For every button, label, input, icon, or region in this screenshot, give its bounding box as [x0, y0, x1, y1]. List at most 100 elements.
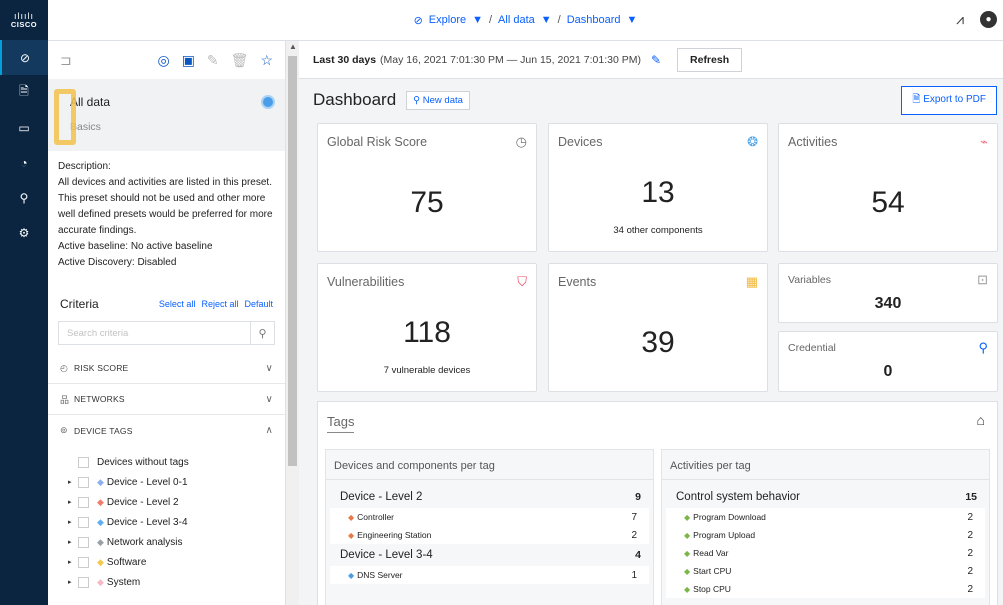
expand-icon[interactable]: ▸ — [68, 578, 78, 586]
new-data-label: New data — [422, 94, 463, 106]
card-title: Vulnerabilities — [327, 275, 405, 289]
preset-card[interactable]: All data Basics — [48, 79, 285, 151]
checkbox[interactable] — [78, 456, 89, 468]
tag-item-count: 2 — [967, 547, 973, 559]
risk-score-card[interactable]: Global Risk Score ◷ 75 — [317, 123, 537, 252]
tag-item[interactable]: ▸ ◆ Device - Level 0-1 — [48, 472, 285, 492]
criteria-device-tags[interactable]: ⊚ DEVICE TAGS ∧ — [48, 415, 285, 446]
save-icon[interactable]: ▣ — [182, 52, 195, 69]
calendar-icon: ▭ — [18, 120, 30, 135]
edit-date-icon[interactable]: ✎ — [651, 53, 661, 67]
nav-calendar-button[interactable]: ▭ — [0, 110, 48, 145]
new-data-button[interactable]: ⚲ New data — [406, 90, 470, 110]
credential-card[interactable]: Credential ⚲ 0 — [778, 331, 998, 392]
checkbox[interactable] — [78, 556, 89, 568]
expand-icon[interactable]: ▸ — [68, 538, 78, 546]
panel-scrollbar[interactable]: ▲ — [285, 41, 299, 605]
tag-item-row[interactable]: ◆ Program Upload 2 — [666, 526, 985, 544]
tag-item-row[interactable]: ◆ Stop CPU 2 — [666, 580, 985, 598]
add-preset-icon[interactable]: ◎ — [157, 52, 169, 69]
chevron-down-icon[interactable]: ▼ — [472, 14, 483, 26]
variables-card[interactable]: Variables ⊡ 340 — [778, 263, 998, 323]
expand-icon[interactable]: ▸ — [68, 478, 78, 486]
nav-explore-button[interactable]: ⊘ — [0, 40, 48, 75]
tag-item-row[interactable]: ◆ DNS Server 1 — [330, 566, 649, 584]
nav-reports-button[interactable]: 🗎 — [0, 75, 48, 110]
select-all-link[interactable]: Select all — [159, 299, 196, 309]
tag-item-no-tags[interactable]: Devices without tags — [48, 452, 285, 472]
tag-item[interactable]: ▸ ◆ Network analysis — [48, 532, 285, 552]
tag-item-count: 1 — [631, 569, 637, 581]
tag-group[interactable]: Control system behavior 15 — [662, 486, 989, 508]
chevron-down-icon[interactable]: ∨ — [265, 363, 273, 374]
nav-settings-button[interactable]: ⚙ — [0, 215, 48, 250]
activities-card[interactable]: Activities ⌁ 54 — [778, 123, 998, 252]
tag-item-row[interactable]: ◆ Engineering Station 2 — [330, 526, 649, 544]
checkbox[interactable] — [78, 536, 89, 548]
chevron-down-icon[interactable]: ∨ — [265, 394, 273, 405]
tag-item[interactable]: ▸ ◆ Device - Level 2 — [48, 492, 285, 512]
devices-card[interactable]: Devices ❂ 13 34 other components — [548, 123, 768, 252]
tag-group[interactable]: Device - Level 2 9 — [326, 486, 653, 508]
checkbox[interactable] — [78, 576, 89, 588]
reject-all-link[interactable]: Reject all — [201, 299, 238, 309]
export-pdf-button[interactable]: 🗎 Export to PDF — [901, 85, 997, 115]
expand-icon[interactable]: ▸ — [68, 558, 78, 566]
tag-icon: ◆ — [684, 584, 691, 594]
search-criteria-input[interactable]: Search criteria — [67, 328, 128, 339]
breadcrumb-explore[interactable]: Explore — [429, 14, 466, 26]
radar-icon: ◔ — [20, 155, 28, 170]
cisco-logo: ılıılı CISCO — [0, 0, 48, 40]
nav-radar-button[interactable]: ◔ — [0, 145, 48, 180]
tag-item[interactable]: ▸ ◆ System — [48, 572, 285, 592]
criteria-risk-score[interactable]: ◴ RISK SCORE ∨ — [48, 353, 285, 384]
tag-item[interactable]: ▸ ◆ Software — [48, 552, 285, 572]
search-icon[interactable]: ⚲ — [250, 322, 274, 344]
delete-icon[interactable]: 🗑 — [231, 52, 249, 69]
tag-label: Device - Level 0-1 — [106, 476, 188, 488]
tag-item-row[interactable]: ◆ Controller 7 — [330, 508, 649, 526]
tag-item-count: 2 — [631, 529, 637, 541]
date-preset[interactable]: Last 30 days — [313, 54, 376, 66]
checkbox[interactable] — [78, 516, 89, 528]
user-avatar-icon[interactable]: ● — [980, 11, 997, 28]
breadcrumb-all-data[interactable]: All data — [498, 14, 535, 26]
breadcrumb-dashboard[interactable]: Dashboard — [567, 14, 621, 26]
devices-per-tag-header: Devices and components per tag — [326, 450, 653, 480]
scrollbar-thumb[interactable] — [288, 56, 297, 466]
tag-item-row[interactable]: ◆ Program Download 2 — [666, 508, 985, 526]
tag-item-row[interactable]: ◆ Read Var 2 — [666, 544, 985, 562]
variables-icon: ⊡ — [977, 272, 988, 287]
chevron-down-icon[interactable]: ▼ — [627, 14, 638, 26]
tag-item-count: 2 — [967, 529, 973, 541]
chevron-down-icon[interactable]: ▼ — [541, 14, 552, 26]
criteria-networks[interactable]: 品 NETWORKS ∨ — [48, 384, 285, 415]
tag-group[interactable]: Device - Level 3-4 4 — [326, 544, 653, 566]
dashboard-main: Last 30 days (May 16, 2021 7:01:30 PM — … — [299, 41, 1003, 605]
criteria-search[interactable]: Search criteria ⚲ — [58, 321, 275, 345]
tag-item-count: 2 — [967, 565, 973, 577]
edit-icon[interactable]: ✎ — [207, 52, 219, 69]
activities-per-tag-header: Activities per tag — [662, 450, 989, 480]
default-link[interactable]: Default — [244, 299, 273, 309]
calendar-icon: ▦ — [745, 274, 758, 289]
tag-icon: ◆ — [348, 530, 355, 540]
chevron-up-icon[interactable]: ∧ — [265, 425, 273, 436]
events-card[interactable]: Events ▦ 39 — [548, 263, 768, 392]
checkbox[interactable] — [78, 496, 89, 508]
star-icon[interactable]: ☆ — [260, 52, 273, 69]
tag-item-row[interactable]: ◆ Start CPU 2 — [666, 562, 985, 580]
scroll-up-icon[interactable]: ▲ — [289, 42, 297, 51]
nav-search-button[interactable]: ⚲ — [0, 180, 48, 215]
vulnerabilities-card[interactable]: Vulnerabilities ⛉ 118 7 vulnerable devic… — [317, 263, 537, 392]
expand-icon[interactable]: ▸ — [68, 498, 78, 506]
tag-item[interactable]: ▸ ◆ Device - Level 3-4 — [48, 512, 285, 532]
left-nav: ılıılı CISCO ⊘ 🗎 ▭ ◔ ⚲ ⚙ — [0, 0, 48, 605]
expand-icon[interactable]: ▸ — [68, 518, 78, 526]
chart-icon[interactable]: ⩘ — [956, 11, 964, 28]
activities-per-tag-panel: Activities per tag Control system behavi… — [661, 449, 990, 605]
breadcrumb: ⊘ Explore ▼ / All data ▼ / Dashboard ▼ — [414, 14, 638, 27]
checkbox[interactable] — [78, 476, 89, 488]
refresh-button[interactable]: Refresh — [677, 47, 743, 72]
collapse-icon[interactable]: ⊐ — [60, 52, 72, 69]
